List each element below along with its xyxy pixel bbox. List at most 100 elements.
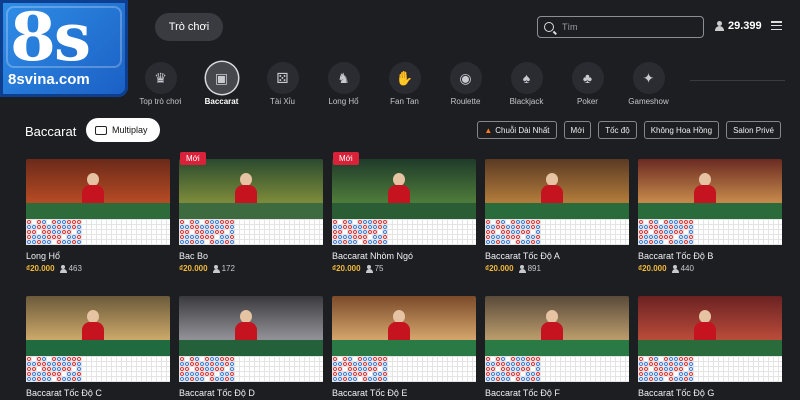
game-card[interactable]: Long Hổ ₫20.000 463 — [26, 159, 170, 273]
game-name: Baccarat Nhòm Ngó — [332, 251, 414, 261]
poker-icon: ♣ — [571, 62, 604, 94]
gameshow-icon: ✦ — [632, 62, 665, 94]
category-label: Long Hổ — [328, 97, 359, 106]
game-table — [485, 203, 629, 219]
game-thumbnail[interactable] — [485, 296, 629, 356]
game-thumbnail[interactable] — [332, 296, 476, 356]
category-gameshow[interactable]: ✦ Gameshow — [618, 62, 679, 106]
roadmap — [638, 219, 782, 245]
category-label: Fan Tan — [390, 97, 419, 106]
roadmap — [332, 356, 476, 382]
category-fan-tan[interactable]: ✋ Fan Tan — [374, 62, 435, 106]
roadmap — [485, 219, 629, 245]
game-thumbnail[interactable] — [179, 296, 323, 356]
game-meta: ₫20.000 172 — [179, 264, 323, 273]
fire-icon: ▲ — [484, 125, 493, 135]
filter-new[interactable]: Mới — [563, 121, 592, 139]
dragon-tiger-icon: ♞ — [327, 62, 360, 94]
multiplay-button[interactable]: Multiplay — [86, 118, 160, 142]
new-badge: Mới — [333, 152, 359, 165]
game-card[interactable]: Baccarat Tốc Độ G — [638, 296, 782, 398]
category-label: Poker — [577, 97, 598, 106]
multiplay-label: Multiplay — [112, 125, 148, 135]
roadmap — [26, 356, 170, 382]
game-card[interactable]: Baccarat Tốc Độ F — [485, 296, 629, 398]
user-icon — [59, 264, 67, 273]
fan-tan-icon: ✋ — [388, 62, 421, 94]
game-table — [179, 340, 323, 356]
baccarat-icon: ▣ — [205, 62, 238, 94]
category-label: Gameshow — [628, 97, 669, 106]
user-icon — [212, 264, 220, 273]
game-meta: ₫20.000 440 — [638, 264, 782, 273]
filter-no-commission[interactable]: Không Hoa Hồng — [643, 121, 720, 139]
game-thumbnail[interactable] — [638, 296, 782, 356]
game-table — [332, 203, 476, 219]
player-balance: 29.399 — [715, 20, 762, 32]
game-card[interactable]: Mới Baccarat Nhòm Ngó ₫20.000 75 — [332, 152, 476, 273]
category-dice[interactable]: ⚄ Tài Xỉu — [252, 62, 313, 106]
game-table — [332, 340, 476, 356]
game-card[interactable]: Baccarat Tốc Độ D — [179, 296, 323, 398]
category-roulette[interactable]: ◉ Roulette — [435, 62, 496, 106]
roadmap — [485, 356, 629, 382]
filter-speed[interactable]: Tốc độ — [598, 121, 637, 139]
player-count: 891 — [518, 264, 541, 273]
user-icon — [365, 264, 373, 273]
user-icon — [518, 264, 526, 273]
game-thumbnail[interactable] — [26, 296, 170, 356]
roadmap — [179, 219, 323, 245]
player-count: 172 — [212, 264, 235, 273]
game-name: Baccarat Tốc Độ G — [638, 388, 715, 398]
game-meta: ₫20.000 75 — [332, 264, 476, 273]
search-input[interactable] — [562, 22, 692, 32]
game-name: Baccarat Tốc Độ E — [332, 388, 408, 398]
tab-games[interactable]: Trò chơi — [155, 13, 223, 41]
category-blackjack[interactable]: ♠ Blackjack — [496, 62, 557, 106]
game-name: Baccarat Tốc Độ A — [485, 251, 560, 261]
game-table — [638, 203, 782, 219]
game-thumbnail[interactable] — [485, 159, 629, 219]
category-label: Tài Xỉu — [270, 97, 295, 106]
filter-longest-streak[interactable]: ▲ Chuỗi Dài Nhất — [477, 121, 557, 139]
game-card[interactable]: Baccarat Tốc Độ A ₫20.000 891 — [485, 159, 629, 273]
user-icon — [715, 21, 724, 31]
min-bet: ₫20.000 — [332, 264, 361, 273]
game-thumbnail[interactable] — [26, 159, 170, 219]
min-bet: ₫20.000 — [26, 264, 55, 273]
game-card[interactable]: Baccarat Tốc Độ C — [26, 296, 170, 398]
category-label: Blackjack — [509, 97, 544, 106]
roadmap — [179, 356, 323, 382]
site-logo[interactable]: 8s 8svina.com — [0, 0, 128, 97]
player-count: 75 — [365, 264, 383, 273]
game-name: Baccarat Tốc Độ C — [26, 388, 102, 398]
trophy-icon: ♛ — [144, 62, 177, 94]
filter-salon-prive[interactable]: Salon Privé — [726, 121, 781, 139]
game-name: Baccarat Tốc Độ F — [485, 388, 560, 398]
game-meta: ₫20.000 891 — [485, 264, 629, 273]
game-thumbnail[interactable] — [332, 159, 476, 219]
min-bet: ₫20.000 — [638, 264, 667, 273]
category-dragon-tiger[interactable]: ♞ Long Hổ — [313, 62, 374, 106]
category-baccarat[interactable]: ▣ Baccarat — [191, 62, 252, 106]
category-poker[interactable]: ♣ Poker — [557, 62, 618, 106]
game-card[interactable]: Mới Bac Bo ₫20.000 172 — [179, 152, 323, 273]
category-trophy[interactable]: ♛ Top trò chơi — [130, 62, 191, 106]
search-box[interactable] — [537, 16, 704, 38]
game-name: Long Hổ — [26, 251, 61, 261]
roulette-icon: ◉ — [449, 62, 482, 94]
game-table — [26, 340, 170, 356]
search-icon — [544, 22, 554, 32]
filter-bar: ▲ Chuỗi Dài Nhất Mới Tốc độ Không Hoa Hồn… — [477, 121, 781, 139]
game-name: Baccarat Tốc Độ B — [638, 251, 714, 261]
new-badge: Mới — [180, 152, 206, 165]
user-icon — [671, 264, 679, 273]
hamburger-menu-icon[interactable] — [771, 21, 782, 30]
section-title: Baccarat — [25, 124, 77, 139]
game-thumbnail[interactable] — [179, 159, 323, 219]
game-thumbnail[interactable] — [638, 159, 782, 219]
roadmap — [638, 356, 782, 382]
logo-mark: 8s — [10, 0, 91, 76]
game-card[interactable]: Baccarat Tốc Độ E — [332, 296, 476, 398]
game-card[interactable]: Baccarat Tốc Độ B ₫20.000 440 — [638, 159, 782, 273]
